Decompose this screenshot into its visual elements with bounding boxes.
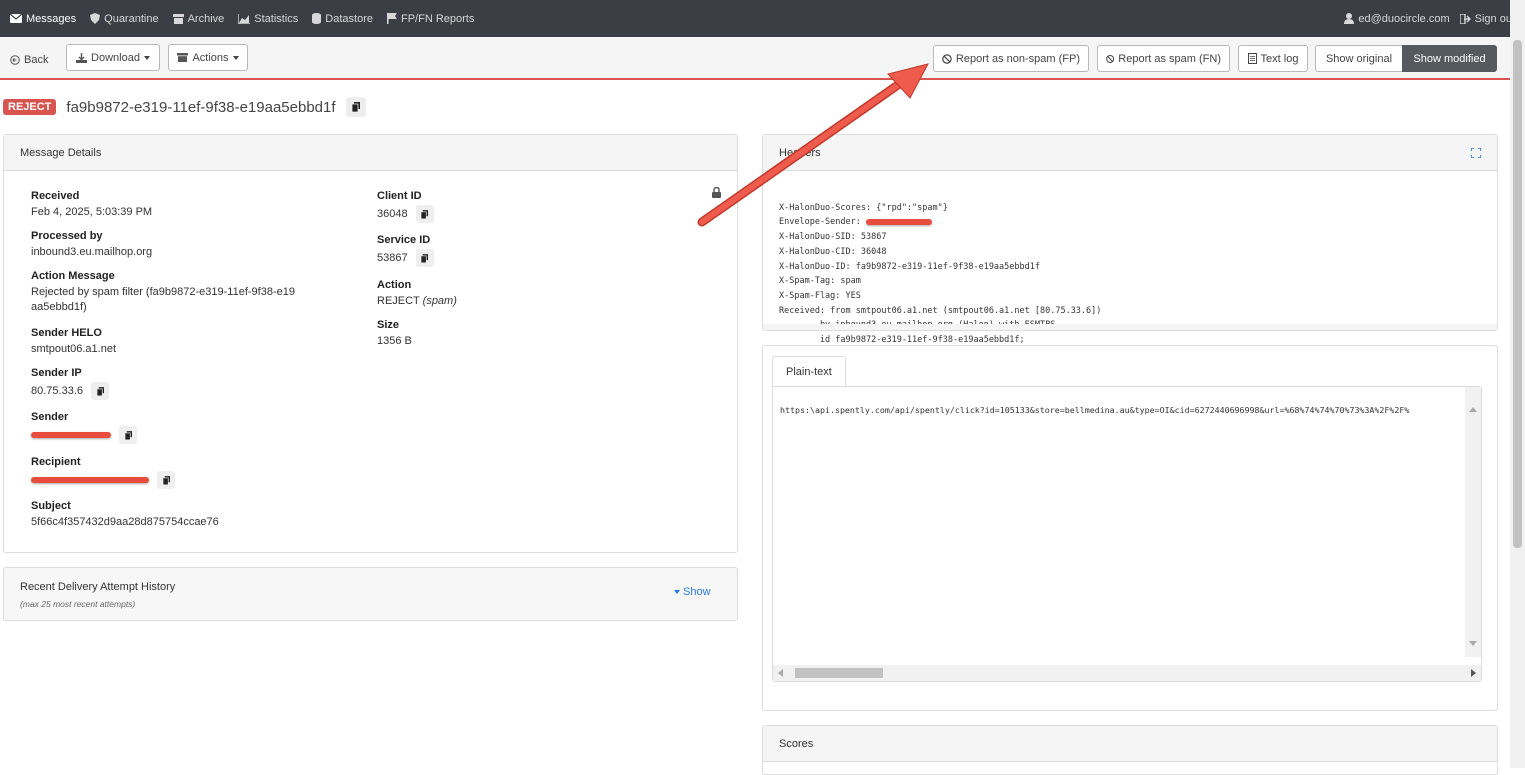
annotation-arrow [697,63,929,227]
page-scroll-thumb[interactable] [1513,40,1522,548]
page-scrollbar[interactable] [1510,0,1525,768]
